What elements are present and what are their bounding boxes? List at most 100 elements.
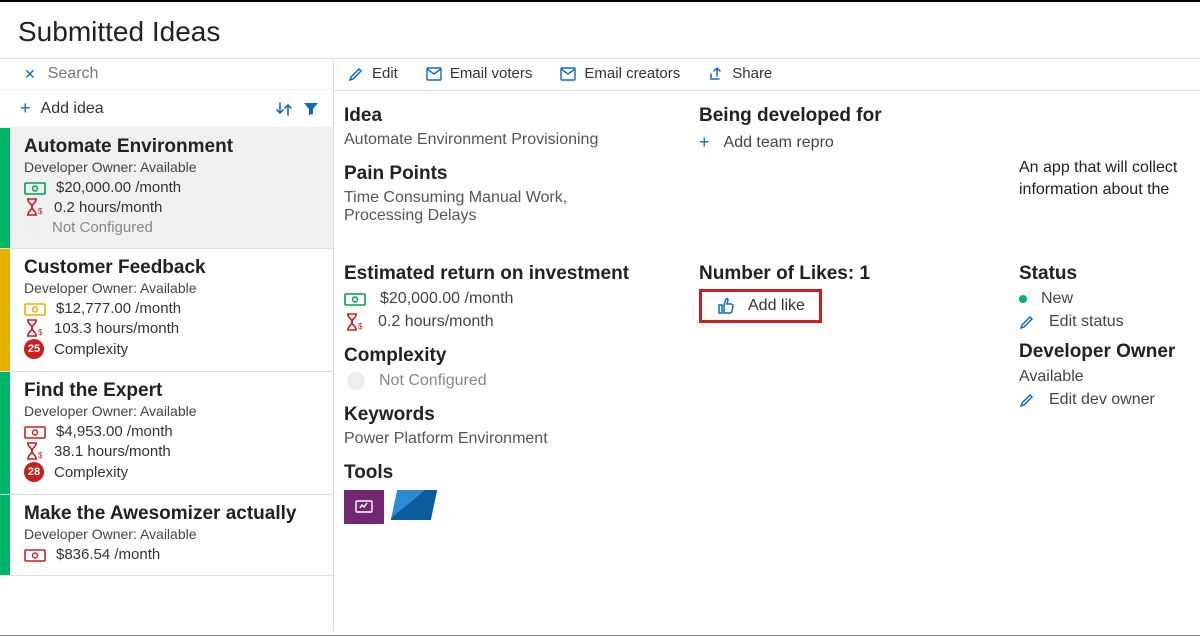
status-dot xyxy=(1019,295,1027,303)
tools-label: Tools xyxy=(344,462,689,484)
roi-cost-value: $20,000.00 /month xyxy=(380,290,513,308)
edit-status-button[interactable]: Edit status xyxy=(1019,313,1182,331)
add-idea-row[interactable]: + Add idea xyxy=(0,90,333,128)
idea-owner: Developer Owner: Available xyxy=(24,280,323,296)
search-input[interactable] xyxy=(48,65,323,83)
status-stripe xyxy=(0,249,10,371)
idea-title: Customer Feedback xyxy=(24,257,323,279)
add-like-label: Add like xyxy=(748,297,805,315)
status-stripe xyxy=(0,128,10,248)
money-icon xyxy=(24,424,46,440)
edit-status-label: Edit status xyxy=(1049,313,1124,331)
idea-item[interactable]: Customer FeedbackDeveloper Owner: Availa… xyxy=(0,249,333,372)
likes-label: Number of Likes: 1 xyxy=(699,263,979,285)
svg-text:$: $ xyxy=(38,451,43,460)
share-icon xyxy=(708,66,724,82)
pencil-icon xyxy=(1019,392,1035,408)
add-like-button[interactable]: Add like xyxy=(699,289,822,323)
svg-text:$: $ xyxy=(38,328,43,337)
empty-badge xyxy=(24,218,42,236)
money-icon xyxy=(24,547,46,563)
edit-label: Edit xyxy=(372,65,398,82)
mail-icon xyxy=(426,67,442,81)
idea-item[interactable]: Make the Awesomizer actuallyDeveloper Ow… xyxy=(0,495,333,576)
money-icon xyxy=(24,180,46,196)
status-value: New xyxy=(1041,290,1073,308)
status-row: New xyxy=(1019,290,1182,308)
idea-item[interactable]: Find the ExpertDeveloper Owner: Availabl… xyxy=(0,372,333,495)
filter-icon[interactable] xyxy=(303,102,319,116)
email-voters-label: Email voters xyxy=(450,65,533,82)
idea-title: Find the Expert xyxy=(24,380,323,402)
description: An app that will collect information abo… xyxy=(989,157,1182,202)
pain-label: Pain Points xyxy=(344,163,689,185)
hourglass-icon: $ xyxy=(24,198,44,216)
hourglass-icon: $ xyxy=(344,313,364,331)
idea-item[interactable]: Automate EnvironmentDeveloper Owner: Ava… xyxy=(0,128,333,249)
keywords-label: Keywords xyxy=(344,404,689,426)
tool-icons xyxy=(344,490,689,524)
idea-complexity: Complexity xyxy=(54,341,128,358)
tool-icon-purple xyxy=(344,490,384,524)
roi-hours-value: 0.2 hours/month xyxy=(378,313,494,331)
complexity-badge: 28 xyxy=(24,462,44,482)
idea-list: Automate EnvironmentDeveloper Owner: Ava… xyxy=(0,128,333,631)
share-button[interactable]: Share xyxy=(708,65,772,82)
idea-cost: $836.54 /month xyxy=(56,546,160,563)
keywords-value: Power Platform Environment xyxy=(344,430,689,448)
email-creators-label: Email creators xyxy=(584,65,680,82)
money-icon xyxy=(344,291,366,307)
complexity-label: Complexity xyxy=(344,345,689,367)
sort-icon[interactable] xyxy=(275,101,293,117)
svg-text:$: $ xyxy=(358,322,363,331)
detail: Idea Automate Environment Provisioning P… xyxy=(334,91,1200,631)
toolbar: Edit Email voters Email creators Share xyxy=(334,59,1200,91)
complexity-value: Not Configured xyxy=(379,372,487,390)
share-label: Share xyxy=(732,65,772,82)
mail-icon xyxy=(560,67,576,81)
hourglass-icon: $ xyxy=(24,442,44,460)
idea-owner: Developer Owner: Available xyxy=(24,403,323,419)
idea-title: Make the Awesomizer actually xyxy=(24,503,323,525)
plus-icon: + xyxy=(699,132,710,153)
money-icon xyxy=(24,301,46,317)
devowner-value: Available xyxy=(1019,368,1182,386)
idea-label: Idea xyxy=(344,105,689,127)
beingdev-label: Being developed for xyxy=(699,105,979,127)
idea-hours: 103.3 hours/month xyxy=(54,320,179,337)
add-idea-label: Add idea xyxy=(41,100,265,118)
status-stripe xyxy=(0,495,10,575)
roi-cost: $20,000.00 /month xyxy=(344,290,689,308)
pencil-icon xyxy=(348,66,364,82)
svg-text:$: $ xyxy=(38,207,43,216)
search-row: ✕ xyxy=(0,59,333,90)
edit-devowner-button[interactable]: Edit dev owner xyxy=(1019,391,1182,409)
idea-cost: $4,953.00 /month xyxy=(56,423,173,440)
status-label: Status xyxy=(1019,263,1182,285)
idea-hours: 38.1 hours/month xyxy=(54,443,171,460)
pain-value: Time Consuming Manual Work, Processing D… xyxy=(344,189,604,225)
idea-cost: $12,777.00 /month xyxy=(56,300,181,317)
add-team-label: Add team repro xyxy=(724,134,834,152)
email-creators-button[interactable]: Email creators xyxy=(560,65,680,82)
idea-complexity: Not Configured xyxy=(52,219,153,236)
idea-title: Automate Environment xyxy=(24,136,323,158)
roi-hours: $ 0.2 hours/month xyxy=(344,313,689,331)
edit-button[interactable]: Edit xyxy=(348,65,398,82)
idea-owner: Developer Owner: Available xyxy=(24,526,323,542)
idea-owner: Developer Owner: Available xyxy=(24,159,323,175)
idea-complexity: Complexity xyxy=(54,464,128,481)
roi-label: Estimated return on investment xyxy=(344,263,689,285)
pencil-icon xyxy=(1019,314,1035,330)
plus-icon: + xyxy=(20,98,31,119)
close-icon[interactable]: ✕ xyxy=(24,66,36,83)
edit-devowner-label: Edit dev owner xyxy=(1049,391,1155,409)
hourglass-icon: $ xyxy=(24,319,44,337)
complexity-badge: 25 xyxy=(24,339,44,359)
devowner-label: Developer Owner xyxy=(1019,341,1182,363)
add-team-button[interactable]: + Add team repro xyxy=(699,132,979,153)
main-panel: Edit Email voters Email creators Share I… xyxy=(334,59,1200,631)
tool-icon-blue xyxy=(391,490,437,520)
email-voters-button[interactable]: Email voters xyxy=(426,65,533,82)
sidebar: ✕ + Add idea Automate EnvironmentDevelop… xyxy=(0,59,334,631)
